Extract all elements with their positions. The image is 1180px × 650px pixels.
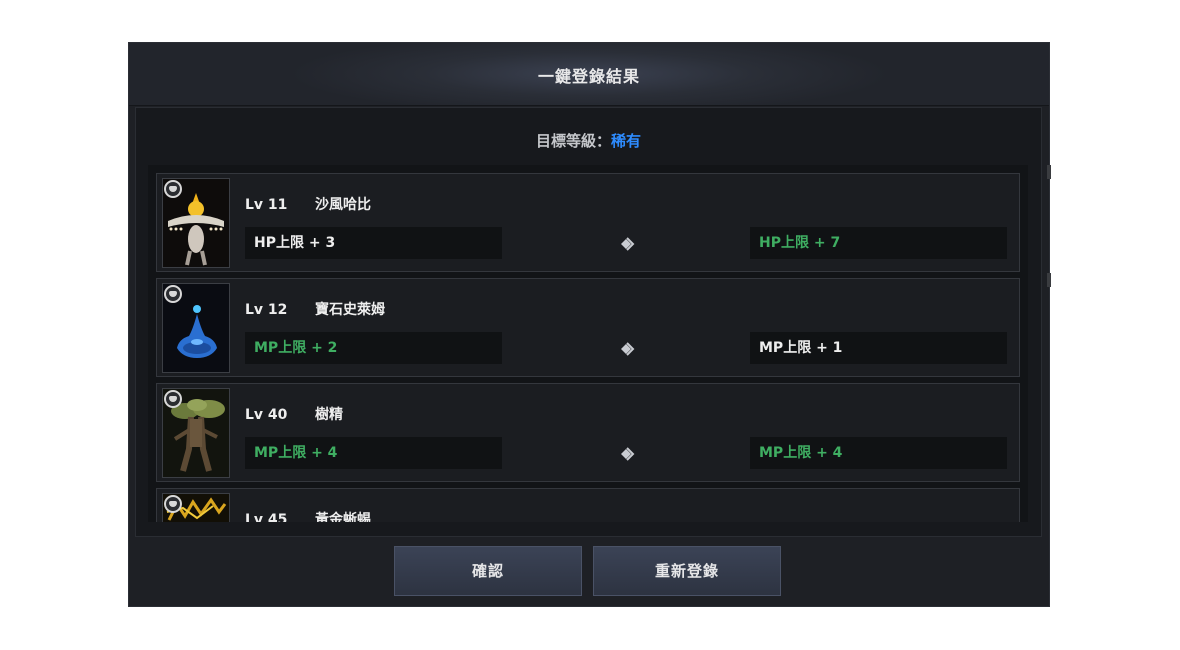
harpy-portrait-icon [162, 178, 230, 268]
monster-type-badge-icon [164, 285, 182, 303]
monster-level: Lv 12 [245, 302, 288, 318]
frame-notch [1047, 165, 1051, 179]
monster-level: Lv 11 [245, 197, 288, 213]
result-list[interactable]: Lv 11 沙風哈比 HP上限 + 3 HP上限 + 7 Lv 12 寶石史萊姆… [148, 165, 1028, 522]
stat-before: MP上限 + 4 [245, 437, 502, 469]
dialog-title: 一鍵登錄結果 [537, 67, 640, 86]
arrow-right-icon [621, 447, 635, 461]
stat-after: MP上限 + 1 [750, 332, 1007, 364]
monster-title: Lv 45 黃金蜥蜴 [245, 509, 371, 522]
treant-portrait-icon [162, 388, 230, 478]
monster-title: Lv 11 沙風哈比 [245, 194, 371, 214]
stat-after: MP上限 + 4 [750, 437, 1007, 469]
list-item: Lv 11 沙風哈比 HP上限 + 3 HP上限 + 7 [156, 173, 1020, 272]
monster-name: 寶石史萊姆 [315, 302, 385, 318]
gold-portrait-icon [162, 493, 230, 522]
arrow-right-icon [621, 342, 635, 356]
list-item: Lv 40 樹精 MP上限 + 4 MP上限 + 4 [156, 383, 1020, 482]
target-grade-value: 稀有 [611, 132, 642, 150]
monster-type-badge-icon [164, 495, 182, 513]
stat-before: MP上限 + 2 [245, 332, 502, 364]
stat-before: HP上限 + 3 [245, 227, 502, 259]
result-panel: 目標等級：稀有 Lv 11 沙風哈比 HP上限 + 3 HP上限 + 7 Lv … [135, 107, 1042, 537]
re-enroll-button[interactable]: 重新登錄 [593, 546, 781, 596]
monster-level: Lv 40 [245, 407, 288, 423]
frame-notch [1047, 273, 1051, 287]
enroll-result-dialog: 一鍵登錄結果 目標等級：稀有 Lv 11 沙風哈比 HP上限 + 3 HP上限 … [128, 42, 1051, 607]
list-item: Lv 12 寶石史萊姆 MP上限 + 2 MP上限 + 1 [156, 278, 1020, 377]
slime-portrait-icon [162, 283, 230, 373]
dialog-titlebar: 一鍵登錄結果 [129, 43, 1049, 106]
list-item: Lv 45 黃金蜥蜴 [156, 488, 1020, 522]
monster-name: 沙風哈比 [315, 197, 371, 213]
target-grade: 目標等級：稀有 [136, 130, 1041, 151]
monster-type-badge-icon [164, 180, 182, 198]
monster-type-badge-icon [164, 390, 182, 408]
stat-after: HP上限 + 7 [750, 227, 1007, 259]
monster-name: 黃金蜥蜴 [315, 512, 371, 522]
monster-title: Lv 40 樹精 [245, 404, 343, 424]
confirm-button[interactable]: 確認 [394, 546, 582, 596]
monster-title: Lv 12 寶石史萊姆 [245, 299, 385, 319]
target-grade-label: 目標等級： [535, 132, 611, 150]
monster-name: 樹精 [315, 407, 343, 423]
arrow-right-icon [621, 237, 635, 251]
monster-level: Lv 45 [245, 512, 288, 522]
